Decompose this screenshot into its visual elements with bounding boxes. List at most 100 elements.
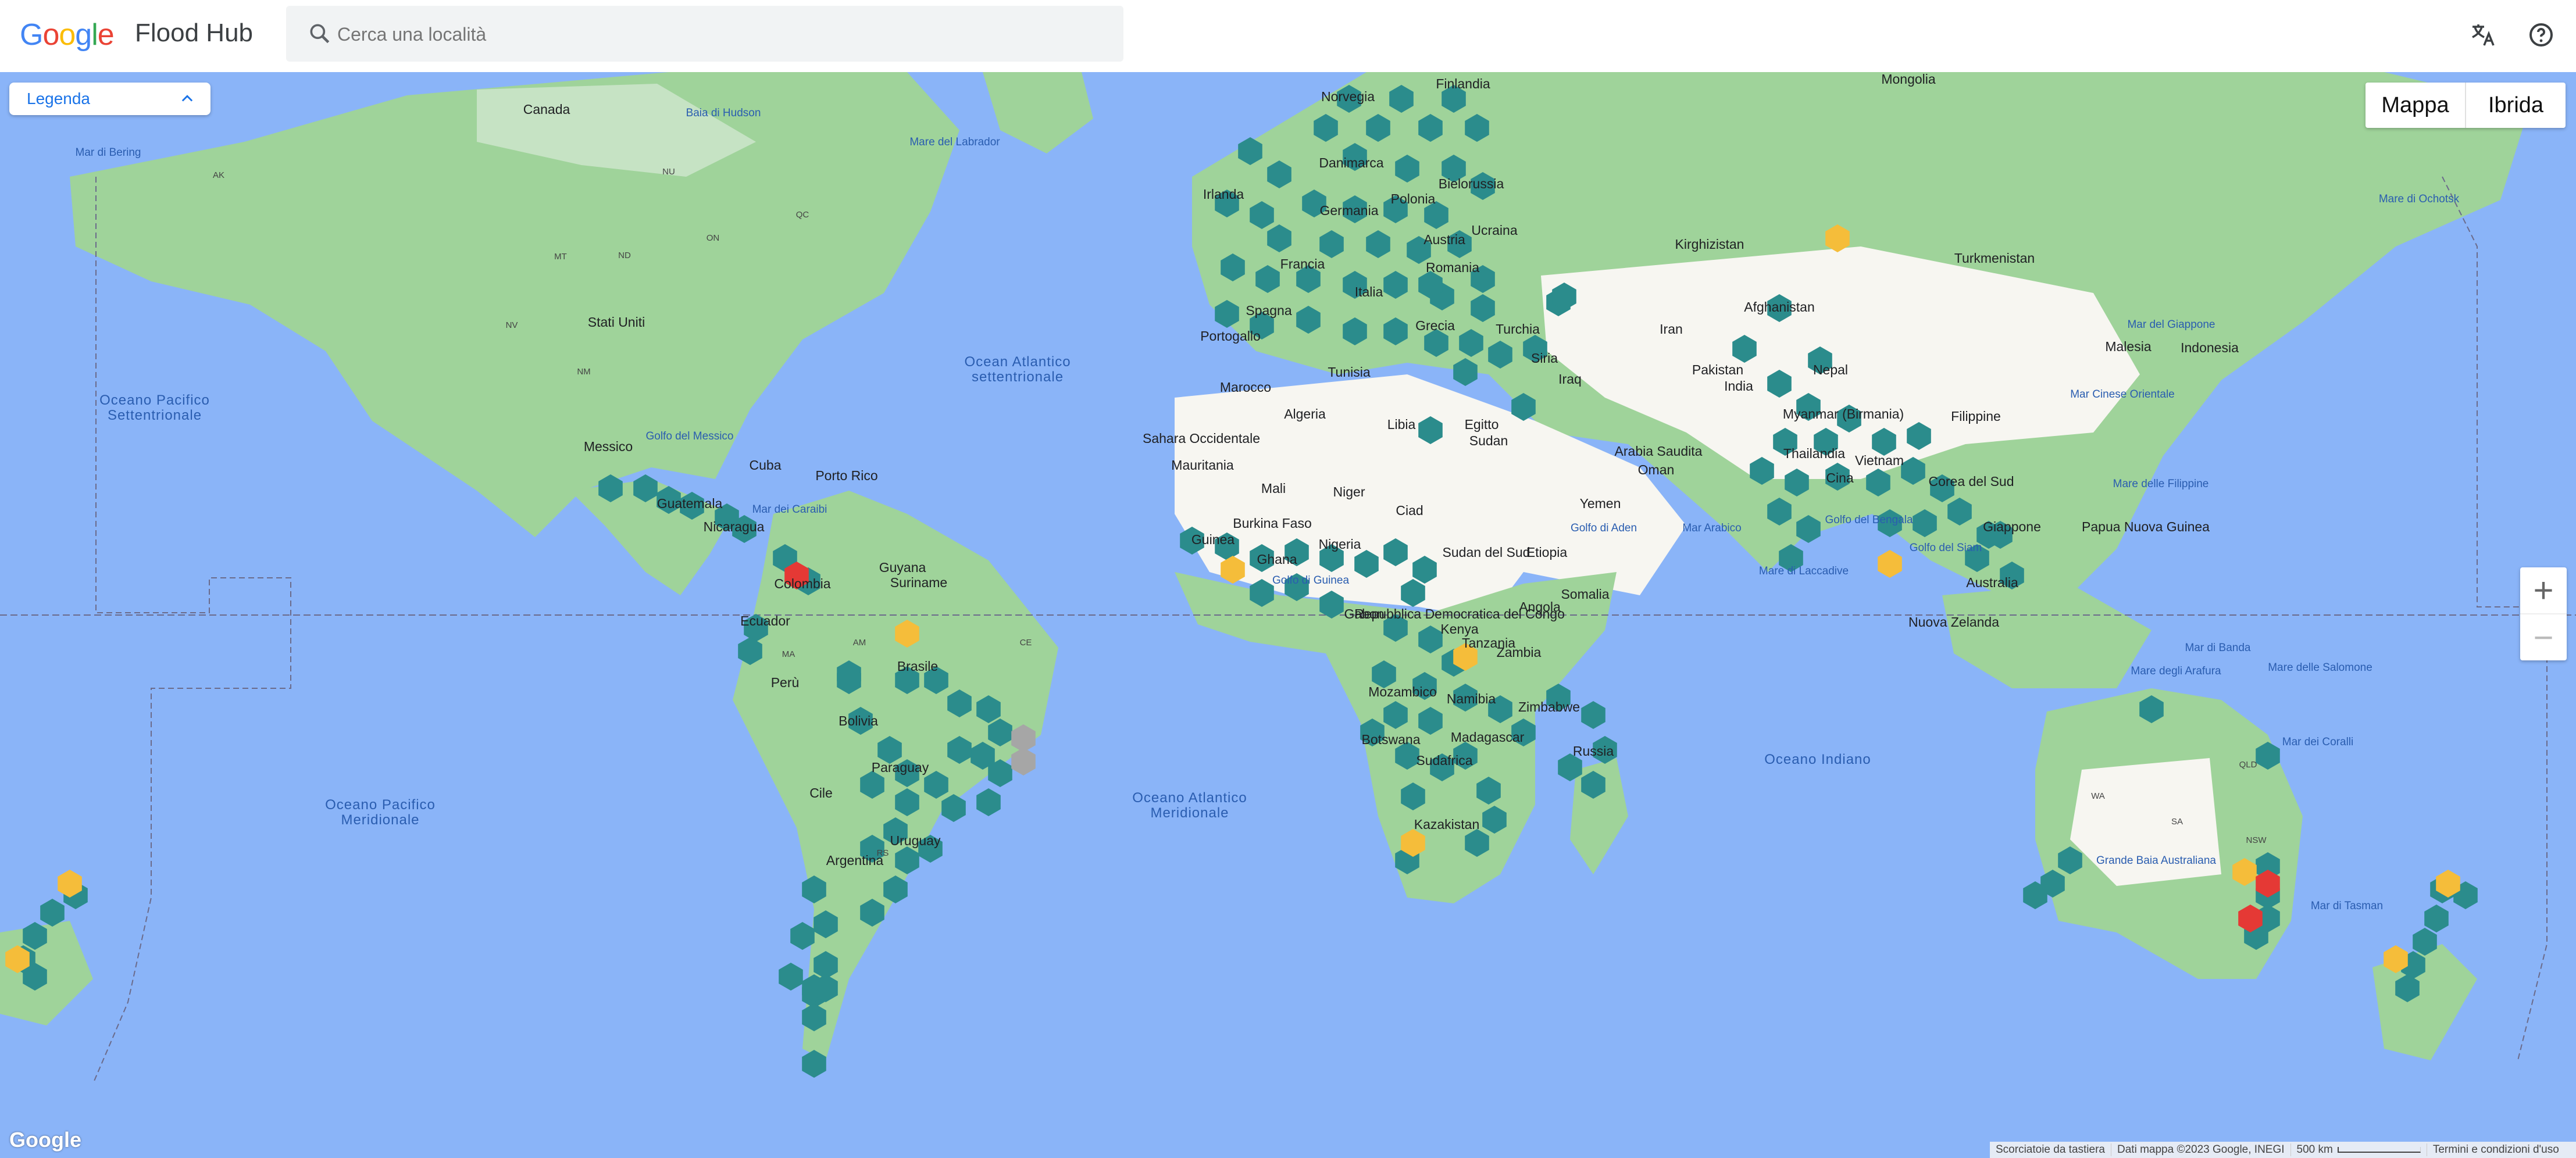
region-label: NV	[506, 320, 518, 330]
sea-label: Mare delle Salomone	[2268, 662, 2372, 674]
country-label: Mozambico	[1368, 684, 1437, 699]
google-map-logo: Google	[9, 1128, 81, 1152]
country-label: Marocco	[1220, 380, 1271, 395]
country-label: Irlanda	[1203, 187, 1244, 202]
country-label: Norvegia	[1321, 89, 1375, 104]
legend-toggle[interactable]: Legenda	[9, 83, 210, 115]
country-label: Nicaragua	[704, 519, 765, 534]
sea-label: Mar Cinese Orientale	[2070, 388, 2175, 401]
translate-icon[interactable]	[2466, 17, 2500, 52]
country-label: Argentina	[826, 853, 884, 868]
country-label: Thailandia	[1783, 446, 1845, 461]
sea-label: Mar di Tasman	[2311, 900, 2383, 912]
country-label: Arabia Saudita	[1615, 444, 1703, 459]
sea-label: Baia di Hudson	[686, 107, 761, 119]
product-name: Flood Hub	[135, 19, 254, 47]
country-label: Austria	[1423, 232, 1465, 247]
country-label: Canada	[523, 102, 570, 117]
ocean-label: Oceano Indiano	[1764, 752, 1871, 767]
region-label: NSW	[2246, 835, 2267, 845]
terms-link[interactable]: Termini e condizioni d'uso	[2427, 1143, 2565, 1156]
country-label: Nuova Zelanda	[1908, 614, 1999, 630]
country-label: Zimbabwe	[1518, 699, 1580, 714]
scale-bar	[2337, 1146, 2421, 1153]
country-label: Australia	[1966, 575, 2018, 590]
country-label: Kazakistan	[1414, 817, 1480, 832]
world-map[interactable]: Canada Stati Uniti Messico Cuba Porto Rico Gu…	[0, 72, 2576, 1158]
country-label: Russia	[1573, 744, 1614, 759]
country-label: Iran	[1660, 321, 1683, 337]
region-label: ON	[707, 233, 720, 243]
region-label: NM	[577, 367, 590, 377]
country-label: Libia	[1387, 417, 1416, 432]
country-label: Corea del Sud	[1928, 474, 2014, 489]
map-type-hybrid-button[interactable]: Ibrida	[2466, 83, 2566, 128]
search-box[interactable]	[286, 6, 1123, 62]
country-label: Iraq	[1558, 371, 1582, 387]
country-label: Indonesia	[2181, 340, 2239, 355]
country-label: Botswana	[1361, 732, 1420, 747]
logo-letter: o	[42, 18, 59, 52]
logo-letter: g	[75, 18, 92, 52]
zoom-in-button[interactable]: +	[2520, 567, 2567, 613]
country-label: Afghanistan	[1744, 299, 1814, 314]
sea-label: Mar di Banda	[2185, 642, 2250, 654]
sea-label: Mar dei Coralli	[2282, 736, 2353, 748]
country-label: Pakistan	[1692, 362, 1743, 377]
country-label: Sudan del Sud	[1443, 545, 1530, 560]
keyboard-shortcuts-link[interactable]: Scorciatoie da tastiera	[1990, 1143, 2111, 1156]
region-label: NU	[662, 167, 675, 177]
sea-label: Mare del Labrador	[909, 136, 1000, 148]
ocean-label: Ocean Atlantico settentrionale	[964, 354, 1071, 385]
country-label: Guyana	[879, 560, 926, 575]
search-input[interactable]	[336, 16, 1094, 52]
ocean-label: Oceano Pacifico Meridionale	[325, 797, 436, 828]
region-label: MT	[554, 252, 567, 262]
country-label: Tunisia	[1328, 364, 1370, 380]
country-label: Oman	[1638, 462, 1675, 477]
region-label: SA	[2171, 817, 2183, 827]
map-canvas[interactable]: Canada Stati Uniti Messico Cuba Porto Rico Gu…	[0, 72, 2576, 1158]
country-label: Papua Nuova Guinea	[2082, 519, 2210, 534]
sea-label: Mare di Ochotsk	[2379, 193, 2460, 205]
country-label: Angola	[1519, 599, 1561, 614]
scale-indicator[interactable]: 500 km	[2291, 1143, 2427, 1156]
sea-label: Golfo di Guinea	[1272, 574, 1349, 587]
country-label: Egitto	[1465, 417, 1499, 432]
country-label: Francia	[1280, 256, 1325, 271]
region-label: MA	[782, 649, 795, 659]
country-label: Siria	[1531, 351, 1558, 366]
country-label: Bolivia	[839, 713, 878, 728]
map-type-map-button[interactable]: Mappa	[2366, 83, 2465, 128]
country-label: Etiopia	[1526, 545, 1568, 560]
scale-label: 500 km	[2296, 1143, 2333, 1156]
country-label: Kenya	[1440, 621, 1478, 637]
country-label: Paraguay	[872, 760, 929, 775]
country-label: Sudafrica	[1416, 753, 1472, 768]
zoom-control[interactable]: + −	[2520, 567, 2567, 660]
country-label: Romania	[1426, 260, 1479, 275]
country-label: Guatemala	[657, 496, 723, 511]
sea-label: Golfo del Siam	[1910, 542, 1982, 554]
country-label: Uruguay	[890, 833, 941, 848]
zoom-out-button[interactable]: −	[2520, 613, 2567, 660]
country-label: Suriname	[890, 575, 947, 590]
map-type-control[interactable]: Mappa Ibrida	[2366, 83, 2566, 128]
country-label: Somalia	[1561, 587, 1609, 602]
country-label: Turkmenistan	[1954, 251, 2035, 266]
chevron-up-icon	[181, 95, 193, 102]
country-label: Germania	[1320, 203, 1379, 218]
country-label: Italia	[1355, 284, 1383, 299]
map-data-credit: Dati mappa ©2023 Google, INEGI	[2111, 1143, 2291, 1156]
region-label: AK	[213, 170, 224, 180]
country-label: Nigeria	[1319, 537, 1361, 552]
country-label: Ciad	[1396, 503, 1423, 518]
country-label: Cile	[809, 785, 833, 800]
country-label: Burkina Faso	[1233, 516, 1312, 531]
country-label: Cina	[1826, 470, 1854, 485]
help-icon[interactable]	[2524, 17, 2559, 52]
sea-label: Golfo del Bengala	[1825, 514, 1913, 526]
country-label: Polonia	[1391, 191, 1436, 206]
country-label: Porto Rico	[815, 468, 877, 483]
sea-label: Grande Baia Australiana	[2096, 855, 2216, 867]
